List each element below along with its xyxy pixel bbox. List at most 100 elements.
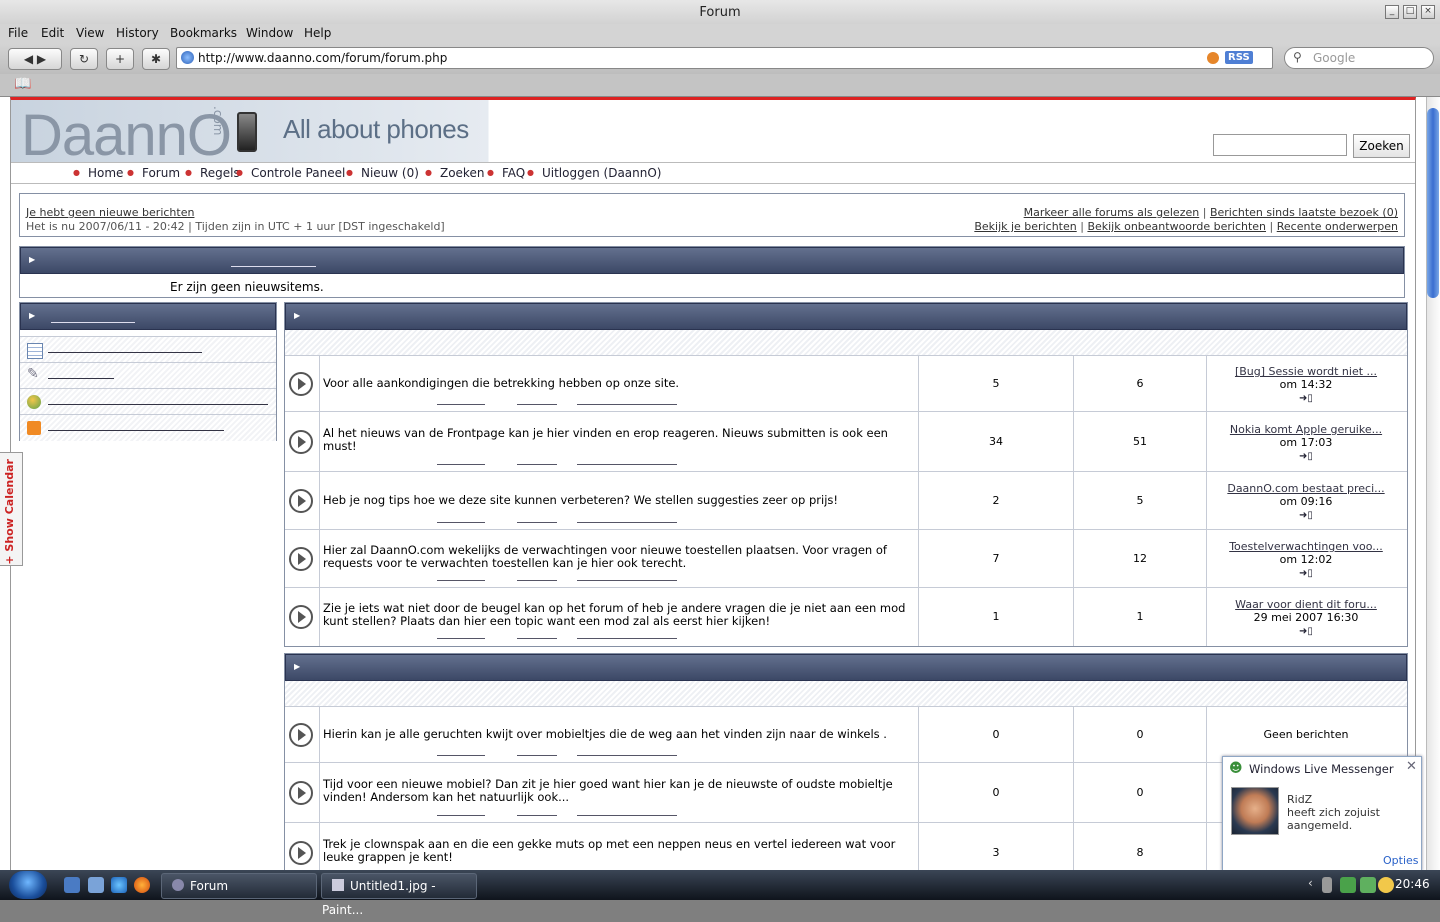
menu-window[interactable]: Window bbox=[246, 26, 293, 40]
forum-row[interactable]: Hier zal DaannO.com wekelijks de verwach… bbox=[285, 529, 1407, 588]
back-forward-buttons[interactable]: ◀ ▶ bbox=[8, 48, 62, 70]
subforum-link[interactable] bbox=[577, 580, 677, 581]
site-search-input[interactable] bbox=[1213, 134, 1347, 156]
forum-row[interactable]: Hierin kan je alle geruchten kwijt over … bbox=[285, 706, 1407, 763]
sidebar-item[interactable] bbox=[20, 388, 276, 415]
menu-history[interactable]: History bbox=[116, 26, 159, 40]
subforum-link[interactable] bbox=[437, 404, 485, 405]
goto-last-post-icon[interactable]: ➜▯ bbox=[1299, 393, 1313, 404]
book-icon[interactable]: 📖 bbox=[14, 76, 31, 92]
add-bookmark-icon[interactable]: + bbox=[106, 48, 134, 70]
messenger-notification[interactable]: ☻ Windows Live Messenger ✕ RidZ heeft zi… bbox=[1222, 756, 1422, 871]
subforum-link[interactable] bbox=[517, 404, 557, 405]
site-search-button[interactable]: Zoeken bbox=[1353, 134, 1410, 158]
google-search-field[interactable]: ⚲ Google bbox=[1284, 47, 1434, 69]
nav-rules[interactable]: Regels bbox=[185, 166, 240, 180]
goto-last-post-icon[interactable]: ➜▯ bbox=[1299, 451, 1313, 462]
scrollbar-thumb[interactable] bbox=[1427, 108, 1439, 298]
maximize-button[interactable]: □ bbox=[1403, 5, 1417, 19]
sidebar-item[interactable] bbox=[20, 336, 276, 363]
post-count: 6 bbox=[1136, 377, 1144, 390]
nav-search[interactable]: Zoeken bbox=[425, 166, 484, 180]
site-logo[interactable]: DaannO bbox=[21, 102, 232, 169]
nav-control[interactable]: Controle Paneel bbox=[236, 166, 345, 180]
subforum-link[interactable] bbox=[517, 815, 557, 816]
subforum-link[interactable] bbox=[437, 638, 485, 639]
no-new-messages-link[interactable]: Je hebt geen nieuwe berichten bbox=[26, 206, 194, 219]
show-desktop-icon[interactable] bbox=[64, 877, 80, 893]
nav-forum[interactable]: Forum bbox=[127, 166, 180, 180]
subforum-link[interactable] bbox=[577, 755, 677, 756]
nav-logout[interactable]: Uitloggen (DaannO) bbox=[527, 166, 662, 180]
subforum-link[interactable] bbox=[517, 580, 557, 581]
goto-last-post-icon[interactable]: ➜▯ bbox=[1299, 510, 1313, 521]
subforum-link[interactable] bbox=[437, 580, 485, 581]
subforum-link[interactable] bbox=[437, 522, 485, 523]
recent-topics-link[interactable]: Recente onderwerpen bbox=[1277, 220, 1398, 233]
nav-faq[interactable]: FAQ bbox=[487, 166, 525, 180]
news-header[interactable]: ▶ bbox=[20, 247, 1404, 274]
subforum-link[interactable] bbox=[437, 755, 485, 756]
menu-bookmarks[interactable]: Bookmarks bbox=[170, 26, 237, 40]
messenger-options-link[interactable]: Opties bbox=[1383, 854, 1419, 867]
volume-icon[interactable] bbox=[1322, 877, 1332, 893]
start-button[interactable] bbox=[9, 871, 47, 899]
menu-view[interactable]: View bbox=[76, 26, 104, 40]
subforum-link[interactable] bbox=[517, 755, 557, 756]
sidebar-item[interactable]: ✎ bbox=[20, 362, 276, 389]
subforum-link[interactable] bbox=[437, 464, 485, 465]
subforum-link[interactable] bbox=[517, 464, 557, 465]
forum-row[interactable]: Heb je nog tips hoe we deze site kunnen … bbox=[285, 471, 1407, 530]
last-post-link[interactable]: Waar voor dient dit foru... bbox=[1235, 598, 1377, 611]
snapback-icon[interactable] bbox=[1207, 52, 1219, 64]
sidebar-header[interactable]: ▶ bbox=[20, 303, 276, 330]
close-button[interactable]: × bbox=[1421, 5, 1435, 19]
task-forum[interactable]: Forum bbox=[161, 873, 317, 899]
network-icon[interactable] bbox=[1360, 877, 1376, 893]
bug-icon[interactable]: ✱ bbox=[142, 48, 170, 70]
unanswered-link[interactable]: Bekijk onbeantwoorde berichten bbox=[1087, 220, 1266, 233]
menu-edit[interactable]: Edit bbox=[41, 26, 64, 40]
task-paint[interactable]: Untitled1.jpg - Paint... bbox=[321, 873, 477, 917]
mark-read-link[interactable]: Markeer alle forums als gelezen bbox=[1024, 206, 1200, 219]
subforum-link[interactable] bbox=[577, 404, 677, 405]
subforum-link[interactable] bbox=[577, 815, 677, 816]
rss-badge[interactable]: RSS bbox=[1225, 51, 1253, 64]
menu-file[interactable]: File bbox=[8, 26, 28, 40]
address-bar[interactable]: http://www.daanno.com/forum/forum.php RS… bbox=[176, 47, 1273, 69]
subforum-link[interactable] bbox=[577, 522, 677, 523]
close-icon[interactable]: ✕ bbox=[1406, 759, 1417, 774]
goto-last-post-icon[interactable]: ➜▯ bbox=[1299, 626, 1313, 637]
nav-new[interactable]: Nieuw (0) bbox=[346, 166, 419, 180]
subforum-link[interactable] bbox=[437, 815, 485, 816]
reload-icon[interactable]: ↻ bbox=[70, 48, 98, 70]
category-header[interactable]: ▶ bbox=[285, 654, 1407, 681]
ie-icon[interactable] bbox=[111, 877, 127, 893]
category-header[interactable]: ▶ bbox=[285, 303, 1407, 330]
minimize-button[interactable]: _ bbox=[1385, 5, 1399, 19]
subforum-link[interactable] bbox=[577, 638, 677, 639]
since-last-visit-link[interactable]: Berichten sinds laatste bezoek (0) bbox=[1210, 206, 1398, 219]
forum-row[interactable]: Zie je iets wat niet door de beugel kan … bbox=[285, 587, 1407, 646]
sidebar-item[interactable] bbox=[20, 414, 276, 441]
last-post-link[interactable]: DaannO.com bestaat preci... bbox=[1227, 482, 1384, 495]
menu-help[interactable]: Help bbox=[304, 26, 331, 40]
forum-row[interactable]: Al het nieuws van de Frontpage kan je hi… bbox=[285, 411, 1407, 472]
show-calendar-tab[interactable]: + Show Calendar bbox=[0, 452, 23, 566]
nav-home[interactable]: Home bbox=[73, 166, 123, 180]
subforum-link[interactable] bbox=[517, 638, 557, 639]
subforum-link[interactable] bbox=[577, 464, 677, 465]
view-own-posts-link[interactable]: Bekijk je berichten bbox=[974, 220, 1076, 233]
last-post-link[interactable]: [Bug] Sessie wordt niet ... bbox=[1235, 365, 1377, 378]
subforum-link[interactable] bbox=[517, 522, 557, 523]
forum-row[interactable]: Voor alle aankondigingen die betrekking … bbox=[285, 355, 1407, 412]
tray-expand-icon[interactable]: ‹ bbox=[1308, 876, 1313, 890]
last-post-link[interactable]: Toestelverwachtingen voo... bbox=[1229, 540, 1383, 553]
messenger-tray-icon[interactable] bbox=[1340, 877, 1356, 893]
switch-windows-icon[interactable] bbox=[88, 877, 104, 893]
last-post-link[interactable]: Nokia komt Apple geruike... bbox=[1230, 423, 1382, 436]
tray-app-icon[interactable] bbox=[1378, 877, 1394, 893]
firefox-icon[interactable] bbox=[134, 877, 150, 893]
goto-last-post-icon[interactable]: ➜▯ bbox=[1299, 568, 1313, 579]
bookmarks-bar: 📖 bbox=[0, 74, 1440, 97]
